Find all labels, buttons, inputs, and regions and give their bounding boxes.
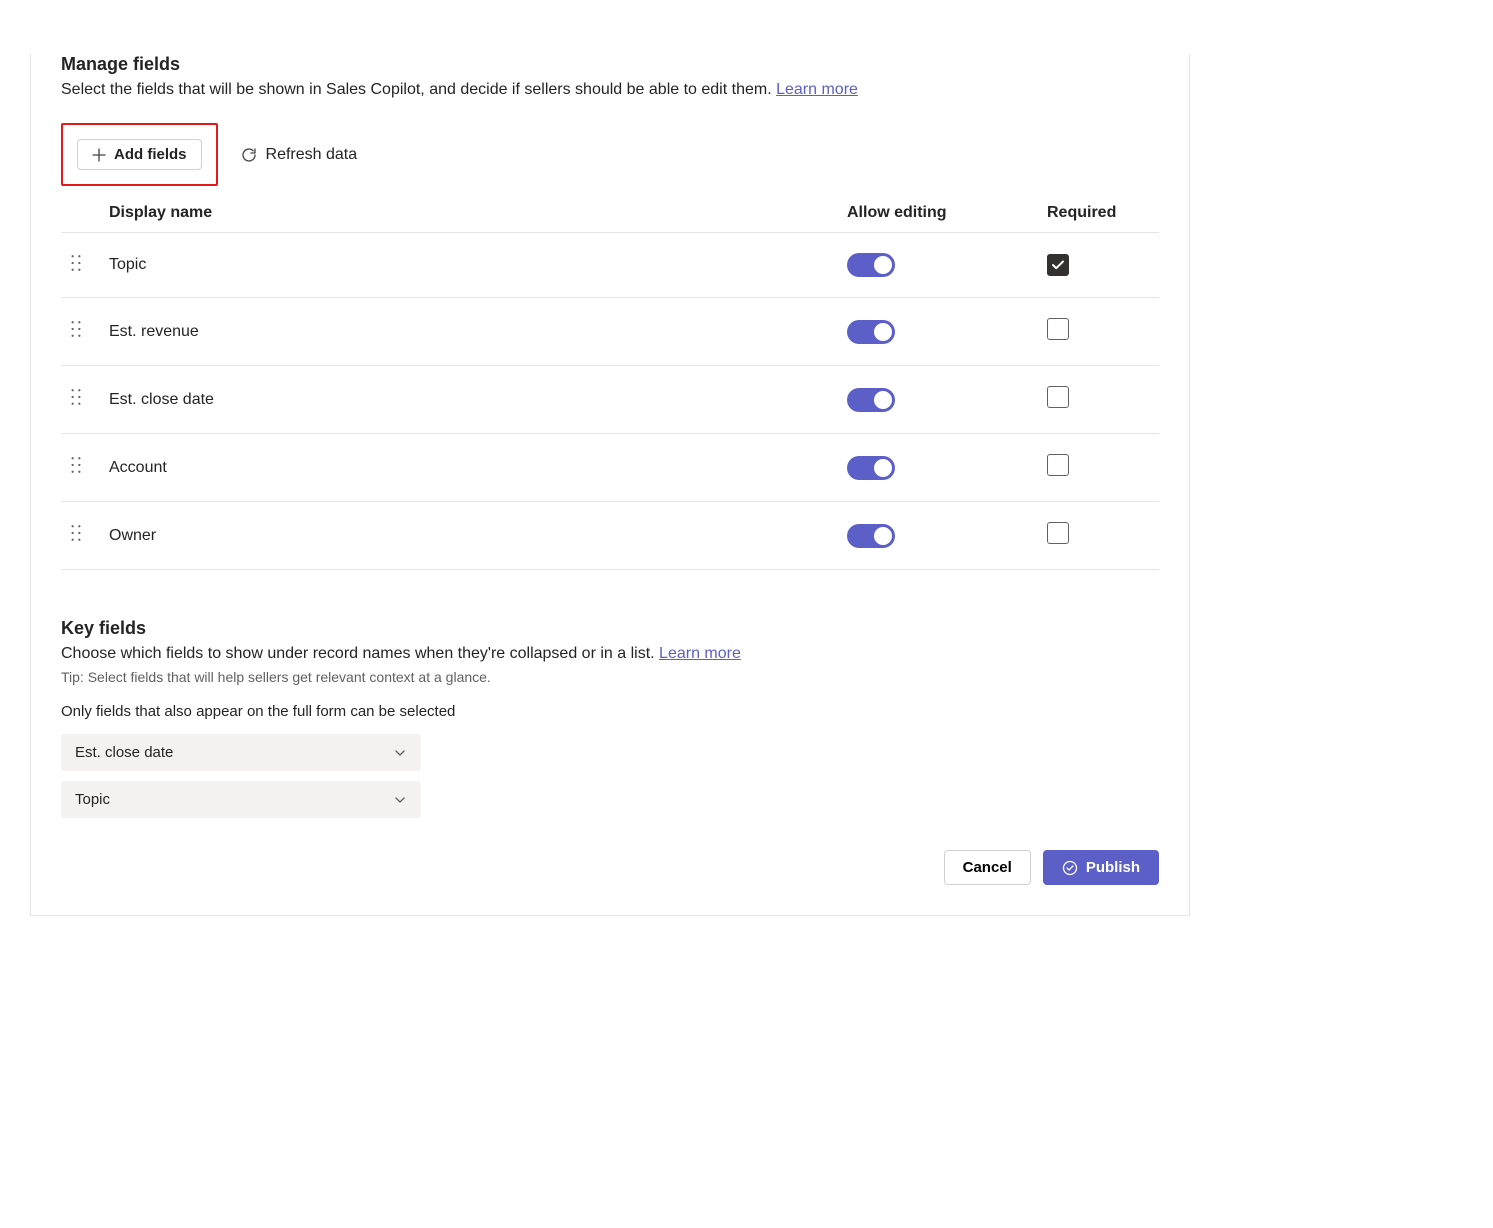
- manage-fields-desc-text: Select the fields that will be shown in …: [61, 81, 772, 98]
- manage-fields-title: Manage fields: [61, 54, 1159, 75]
- key-fields-title: Key fields: [61, 618, 1159, 639]
- cancel-button[interactable]: Cancel: [944, 850, 1031, 885]
- required-checkbox[interactable]: [1047, 522, 1069, 544]
- publish-label: Publish: [1086, 859, 1140, 876]
- table-row: Topic: [61, 233, 1159, 298]
- fields-table: Display name Allow editing Required Topi…: [61, 194, 1159, 570]
- drag-handle-icon[interactable]: [69, 388, 83, 406]
- refresh-data-label: Refresh data: [266, 146, 358, 164]
- allow-editing-toggle[interactable]: [847, 320, 895, 344]
- select-value: Topic: [75, 791, 110, 808]
- key-fields-description: Choose which fields to show under record…: [61, 645, 1159, 663]
- chevron-down-icon: [393, 746, 407, 760]
- manage-fields-learn-more-link[interactable]: Learn more: [776, 81, 858, 98]
- table-row: Est. revenue: [61, 298, 1159, 366]
- table-row: Est. close date: [61, 366, 1159, 434]
- key-field-select[interactable]: Topic: [61, 781, 421, 818]
- plus-icon: [92, 148, 106, 162]
- add-fields-highlight-box: Add fields: [61, 123, 218, 186]
- col-required: Required: [1039, 194, 1159, 233]
- key-fields-note: Only fields that also appear on the full…: [61, 703, 1159, 720]
- allow-editing-toggle[interactable]: [847, 253, 895, 277]
- allow-editing-toggle[interactable]: [847, 456, 895, 480]
- key-field-select[interactable]: Est. close date: [61, 734, 421, 771]
- col-display-name: Display name: [101, 194, 839, 233]
- key-fields-tip: Tip: Select fields that will help seller…: [61, 669, 1159, 685]
- chevron-down-icon: [393, 793, 407, 807]
- col-allow-editing: Allow editing: [839, 194, 1039, 233]
- drag-handle-icon[interactable]: [69, 524, 83, 542]
- table-row: Account: [61, 434, 1159, 502]
- field-name: Account: [101, 434, 839, 502]
- select-value: Est. close date: [75, 744, 173, 761]
- allow-editing-toggle[interactable]: [847, 524, 895, 548]
- check-circle-icon: [1062, 860, 1078, 876]
- table-row: Owner: [61, 502, 1159, 570]
- required-checkbox[interactable]: [1047, 254, 1069, 276]
- allow-editing-toggle[interactable]: [847, 388, 895, 412]
- refresh-icon: [240, 146, 258, 164]
- manage-fields-description: Select the fields that will be shown in …: [61, 81, 1159, 99]
- field-name: Est. close date: [101, 366, 839, 434]
- field-name: Owner: [101, 502, 839, 570]
- drag-handle-icon[interactable]: [69, 320, 83, 338]
- key-fields-learn-more-link[interactable]: Learn more: [659, 645, 741, 662]
- field-name: Topic: [101, 233, 839, 298]
- add-fields-button[interactable]: Add fields: [77, 139, 202, 170]
- publish-button[interactable]: Publish: [1043, 850, 1159, 885]
- drag-handle-icon[interactable]: [69, 456, 83, 474]
- required-checkbox[interactable]: [1047, 318, 1069, 340]
- add-fields-label: Add fields: [114, 146, 187, 163]
- required-checkbox[interactable]: [1047, 386, 1069, 408]
- key-fields-desc-text: Choose which fields to show under record…: [61, 645, 655, 662]
- field-name: Est. revenue: [101, 298, 839, 366]
- refresh-data-button[interactable]: Refresh data: [240, 146, 358, 164]
- drag-handle-icon[interactable]: [69, 254, 83, 272]
- required-checkbox[interactable]: [1047, 454, 1069, 476]
